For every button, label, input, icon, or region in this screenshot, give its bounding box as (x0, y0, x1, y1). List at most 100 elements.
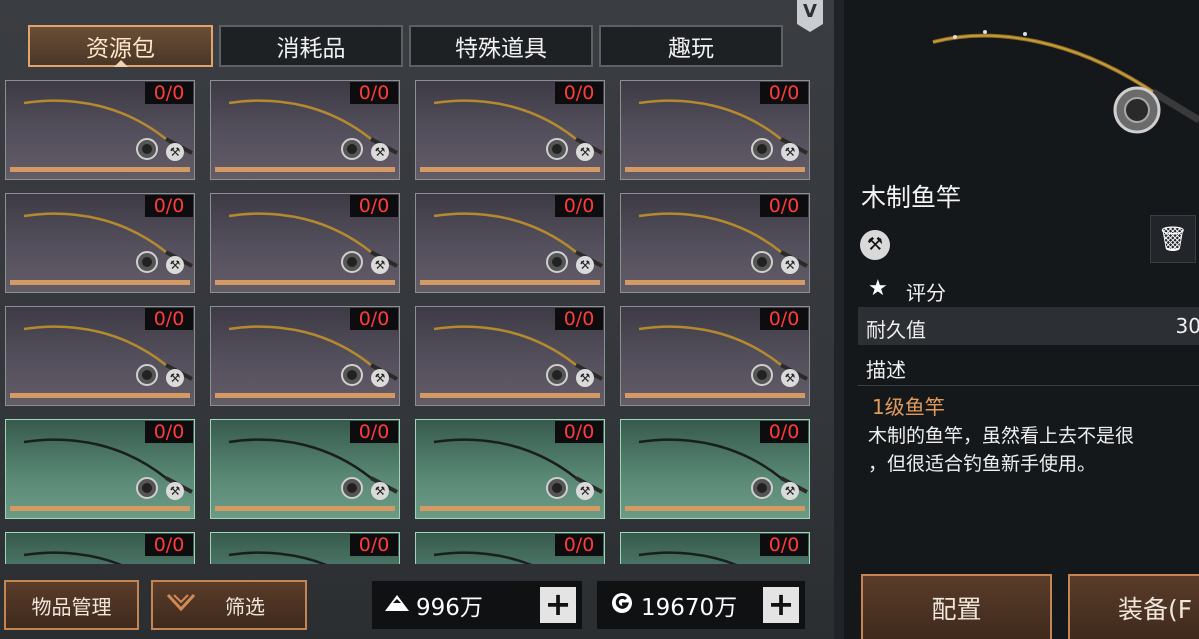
slot-bar (10, 506, 190, 511)
slot-bar (215, 393, 395, 398)
currency-coin-amount: 19670万 (641, 595, 738, 621)
item-count: 0/0 (145, 82, 193, 104)
slot-bar (10, 280, 190, 285)
item-slot[interactable]: 0/0 ⚒ (5, 80, 195, 180)
g-coin-icon (607, 592, 637, 619)
slot-bar (420, 393, 600, 398)
delete-button[interactable]: 🗑 (1150, 215, 1196, 263)
item-slot[interactable]: 0/0 ⚒ (620, 306, 810, 406)
tab-label: 趣玩 (668, 36, 714, 62)
slot-bar (420, 280, 600, 285)
item-slot[interactable]: 0/0⚒ (415, 80, 605, 180)
slot-bar (625, 167, 805, 172)
item-slot[interactable]: 0/0⚒ (210, 532, 400, 564)
tab-fun[interactable]: 趣玩 (599, 25, 783, 67)
tab-resource-pack[interactable]: 资源包 (28, 25, 213, 67)
pickaxe-icon: ⚒ (166, 256, 184, 274)
configure-label: 配置 (931, 594, 982, 624)
slot-bar (215, 506, 395, 511)
tab-label: 消耗品 (276, 36, 346, 62)
description-row: 描述 (858, 347, 1199, 386)
item-description: 木制的鱼竿，虽然看上去不是很 ，但很适合钓鱼新手使用。 (868, 422, 1199, 478)
item-slot[interactable]: 0/0 ⚒ (620, 193, 810, 293)
pickaxe-icon: ⚒ (576, 482, 594, 500)
item-management-button[interactable]: 物品管理 (4, 580, 139, 630)
item-slot[interactable]: 0/0⚒ (415, 532, 605, 564)
pickaxe-icon: ⚒ (166, 369, 184, 387)
equip-label: 装备(F (1118, 594, 1193, 624)
configure-button[interactable]: 配置 (861, 574, 1052, 639)
item-count: 0/0 (555, 534, 603, 556)
item-count: 0/0 (350, 421, 398, 443)
item-count: 0/0 (350, 195, 398, 217)
item-slot[interactable]: 0/0⚒ (5, 193, 195, 293)
item-slot[interactable]: 0/0 ⚒ (5, 306, 195, 406)
slot-bar (215, 280, 395, 285)
item-slot[interactable]: 0/0 ⚒ (415, 306, 605, 406)
star-check-icon: ★ (868, 276, 888, 301)
durability-label: 耐久值 (866, 318, 926, 342)
pickaxe-icon: ⚒ (166, 143, 184, 161)
item-slot[interactable]: 0/0⚒ (210, 419, 400, 519)
durability-value: 30 (1175, 314, 1199, 338)
pickaxe-icon: ⚒ (371, 369, 389, 387)
item-count: 0/0 (760, 195, 808, 217)
description-line: 木制的鱼竿，虽然看上去不是很 (868, 425, 1135, 447)
description-line: ，但很适合钓鱼新手使用。 (868, 453, 1097, 475)
item-slot[interactable]: 0/0⚒ (620, 532, 810, 564)
pickaxe-icon: ⚒ (781, 369, 799, 387)
item-count: 0/0 (760, 534, 808, 556)
add-currency-coin-button[interactable]: + (763, 587, 799, 623)
item-slot[interactable]: 0/0 ⚒ (5, 419, 195, 519)
item-count: 0/0 (350, 82, 398, 104)
mountain-icon (382, 593, 412, 617)
slot-bar (420, 506, 600, 511)
tab-consumables[interactable]: 消耗品 (219, 25, 403, 67)
pickaxe-icon: ⚒ (576, 369, 594, 387)
chevron-down-icon (166, 593, 196, 617)
item-count: 0/0 (760, 308, 808, 330)
item-slot[interactable]: 0/0 ⚒ (210, 80, 400, 180)
pickaxe-icon: ⚒ (576, 143, 594, 161)
item-count: 0/0 (145, 308, 193, 330)
pickaxe-icon: ⚒ (781, 256, 799, 274)
item-slot[interactable]: 0/0 ⚒ (210, 306, 400, 406)
item-slot[interactable]: 0/0 ⚒ (415, 419, 605, 519)
item-grid: 0/0 ⚒ 0/0 ⚒ 0/0 ⚒ 0/0 ⚒ 0/0 ⚒ 0/0 ⚒ 0/0 ⚒ 0/0 ⚒ 0/0 ⚒ 0/0 ⚒… (0, 78, 834, 564)
fishing-rod-image-icon (932, 30, 1199, 134)
item-count: 0/0 (555, 195, 603, 217)
add-currency-primary-button[interactable]: + (540, 587, 576, 623)
item-slot[interactable]: 0/0⚒ (620, 80, 810, 180)
slot-bar (10, 393, 190, 398)
pickaxe-icon: ⚒ (371, 256, 389, 274)
panel-divider (834, 0, 844, 639)
durability-row: 耐久值 30 (858, 307, 1199, 345)
description-label: 描述 (866, 358, 906, 382)
item-count: 0/0 (350, 308, 398, 330)
slot-bar (625, 393, 805, 398)
item-count: 0/0 (760, 421, 808, 443)
pickaxe-icon: ⚒ (166, 482, 184, 500)
item-count: 0/0 (145, 534, 193, 556)
tab-special-items[interactable]: 特殊道具 (409, 25, 593, 67)
item-slot[interactable]: 0/0⚒ (415, 193, 605, 293)
currency-primary-amount: 996万 (416, 595, 483, 621)
slot-bar (10, 167, 190, 172)
equip-button[interactable]: 装备(F (1068, 574, 1199, 639)
item-count: 0/0 (555, 421, 603, 443)
filter-button[interactable]: 筛选 (151, 580, 307, 630)
item-name: 木制鱼竿 (861, 183, 962, 212)
currency-coin: 19670万 + (596, 580, 806, 630)
item-slot[interactable]: 0/0 ⚒ (210, 193, 400, 293)
slot-bar (420, 167, 600, 172)
currency-primary: 996万 + (371, 580, 583, 630)
slot-bar (215, 167, 395, 172)
item-count: 0/0 (145, 421, 193, 443)
pickaxe-icon: ⚒ (371, 143, 389, 161)
item-level: 1级鱼竿 (872, 395, 945, 419)
item-count: 0/0 (350, 534, 398, 556)
item-count: 0/0 (555, 308, 603, 330)
item-slot[interactable]: 0/0⚒ (620, 419, 810, 519)
item-slot[interactable]: 0/0⚒ (5, 532, 195, 564)
trash-icon: 🗑 (1157, 225, 1189, 253)
